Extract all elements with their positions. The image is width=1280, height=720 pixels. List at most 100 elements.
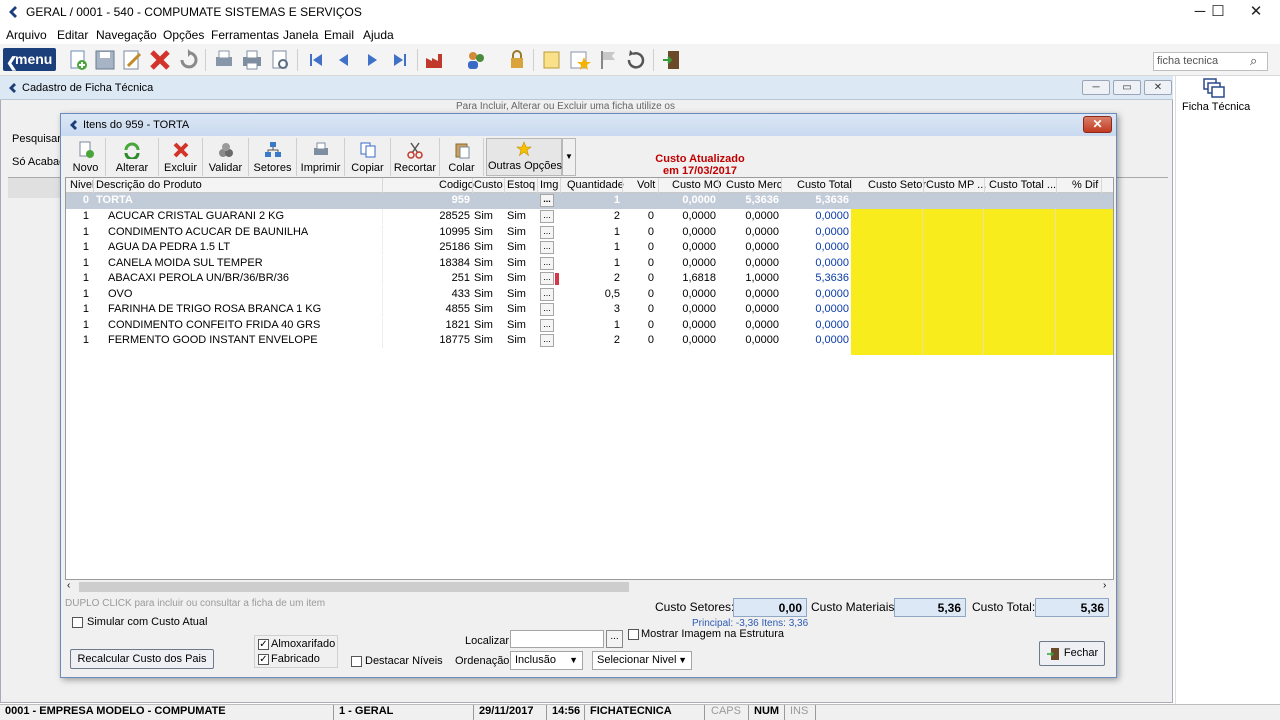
localizar-button[interactable]: ... — [606, 630, 623, 648]
new-document-icon[interactable] — [66, 48, 90, 72]
menu-arquivo[interactable]: Arquivo — [6, 28, 47, 42]
cell-estoq: Sim — [507, 241, 526, 253]
almoxarifado-checkbox[interactable]: ✓ — [258, 639, 269, 650]
col-nivel[interactable]: Nivel — [70, 179, 94, 191]
cell-img-button[interactable]: ... — [540, 318, 554, 332]
menu-email[interactable]: Email — [324, 28, 354, 42]
last-record-icon[interactable] — [388, 48, 412, 72]
mostrar-imagem-checkbox[interactable] — [628, 629, 639, 640]
previous-record-icon[interactable] — [332, 48, 356, 72]
excluir-button[interactable]: Excluir — [159, 138, 203, 176]
cell-quantidade: 1 — [613, 318, 620, 331]
menu-ferramentas[interactable]: Ferramentas — [211, 28, 279, 42]
copiar-button[interactable]: Copiar — [345, 138, 391, 176]
delete-icon[interactable] — [148, 48, 172, 72]
search-icon[interactable]: ⌕ — [1250, 53, 1257, 69]
menu-navegacao[interactable]: Navegação — [96, 28, 157, 42]
cell-img-button[interactable]: ... — [540, 241, 554, 254]
imprimir-button[interactable]: Imprimir — [297, 138, 345, 176]
fechar-button[interactable]: Fechar — [1039, 641, 1105, 666]
fabricado-checkbox[interactable]: ✓ — [258, 654, 269, 665]
menu-janela[interactable]: Janela — [283, 28, 318, 42]
print-preview-icon[interactable] — [212, 48, 236, 72]
maximize-button[interactable]: ☐ — [1200, 2, 1236, 22]
simular-checkbox[interactable] — [72, 617, 83, 628]
menu-opcoes[interactable]: Opções — [163, 28, 204, 42]
cell-img-button[interactable]: ... — [540, 194, 554, 207]
save-icon[interactable] — [93, 48, 117, 72]
menu-button[interactable]: ❮ menu — [3, 48, 56, 71]
outras-opcoes-button[interactable]: Outras Opções — [486, 138, 562, 176]
destacar-checkbox[interactable] — [351, 656, 362, 667]
nivel-select[interactable]: Selecionar Nivel ▼ — [592, 651, 692, 670]
col-custo-mp[interactable]: Custo MP ... — [926, 179, 986, 191]
cell-img-button[interactable]: ... — [540, 210, 554, 223]
recortar-button[interactable]: Recortar — [391, 138, 440, 176]
scroll-right-icon[interactable]: › — [1103, 580, 1106, 591]
cell-img-button[interactable]: ... — [540, 256, 554, 270]
favorite-icon[interactable] — [568, 48, 592, 72]
lock-icon[interactable] — [505, 48, 529, 72]
outras-dropdown-icon[interactable]: ▼ — [562, 138, 576, 176]
edit-icon[interactable] — [120, 48, 144, 72]
table-row[interactable]: 1 ACUCAR CRISTAL GUARANI 2 KG 28525 Sim Sim 2… — [66, 209, 851, 225]
report-icon[interactable] — [268, 48, 292, 72]
table-row[interactable]: 1 AGUA DA PEDRA 1.5 LT 25186 Sim Sim 1 0 0,0000… — [66, 240, 851, 256]
ficha-tecnica-shortcut[interactable]: Ficha Técnica — [1182, 101, 1250, 113]
recalcular-button[interactable]: Recalcular Custo dos Pais — [70, 649, 214, 669]
cell-img-button[interactable]: ... — [540, 272, 554, 285]
cell-img-button[interactable]: ... — [540, 303, 554, 316]
table-row[interactable]: 1 FARINHA DE TRIGO ROSA BRANCA 1 KG 4855 Si… — [66, 302, 851, 318]
scrollbar-thumb[interactable] — [79, 582, 629, 592]
col-quantidade[interactable]: Quantidade — [567, 179, 624, 191]
print-icon[interactable] — [240, 48, 264, 72]
next-record-icon[interactable] — [360, 48, 384, 72]
col-custo-mo[interactable]: Custo MO — [672, 179, 722, 191]
scroll-left-icon[interactable]: ‹ — [67, 580, 70, 591]
col-custo-setor[interactable]: Custo Setor — [868, 179, 926, 191]
table-row[interactable]: 1 CONDIMENTO ACUCAR DE BAUNILHA 10995 Sim Si… — [66, 224, 851, 241]
table-row-root[interactable]: 0 TORTA 959 ... 1 0,0000 5,3636 5,3636 — [66, 193, 1113, 209]
cell-img-button[interactable]: ... — [540, 334, 554, 347]
table-row[interactable]: 1 CONDIMENTO CONFEITO FRIDA 40 GRS 1821 Sim… — [66, 317, 851, 334]
col-estoq[interactable]: Estoq — [507, 179, 535, 191]
close-button[interactable]: ✕ — [1238, 2, 1274, 22]
col-pct-dif[interactable]: % Dif — [1072, 179, 1098, 191]
child-minimize-button[interactable]: ─ — [1082, 80, 1110, 95]
note-icon[interactable] — [540, 48, 564, 72]
col-volt[interactable]: Volt — [637, 179, 655, 191]
alterar-button[interactable]: Alterar — [106, 138, 159, 176]
dialog-close-button[interactable]: ✕ — [1083, 116, 1112, 133]
factory-icon[interactable] — [424, 48, 448, 72]
col-custo-total-2[interactable]: Custo Total ... — [989, 179, 1056, 191]
users-icon[interactable] — [464, 48, 488, 72]
refresh-icon[interactable] — [624, 48, 648, 72]
table-row[interactable]: 1 ABACAXI PEROLA UN/BR/36/BR/36 251 Sim Sim 2… — [66, 271, 851, 287]
cell-img-button[interactable]: ... — [540, 287, 554, 301]
exit-icon[interactable] — [660, 48, 684, 72]
table-row[interactable]: 1 OVO 433 Sim Sim 0,5 0 0,0000 0,0000 0,0000... — [66, 286, 851, 303]
col-custo-merc[interactable]: Custo Merc — [726, 179, 782, 191]
windows-icon[interactable] — [1203, 78, 1225, 98]
child-maximize-button[interactable]: ▭ — [1113, 80, 1141, 95]
flag-icon[interactable] — [596, 48, 620, 72]
validar-button[interactable]: Validar — [203, 138, 249, 176]
undo-icon[interactable] — [176, 48, 200, 72]
menu-editar[interactable]: Editar — [57, 28, 88, 42]
col-custo-total[interactable]: Custo Total — [797, 179, 852, 191]
first-record-icon[interactable] — [304, 48, 328, 72]
colar-button[interactable]: Colar — [440, 138, 484, 176]
menu-ajuda[interactable]: Ajuda — [363, 28, 394, 42]
ordenacao-select[interactable]: Inclusão ▼ — [510, 651, 583, 670]
table-row[interactable]: 1 CANELA MOIDA SUL TEMPER 18384 Sim Sim 1 0 0,0… — [66, 255, 851, 272]
child-close-button[interactable]: ✕ — [1144, 80, 1172, 95]
novo-button[interactable]: Novo — [66, 138, 106, 176]
col-custo[interactable]: Custo — [474, 179, 503, 191]
col-img[interactable]: Img — [540, 179, 558, 191]
col-descricao[interactable]: Descrição do Produto — [96, 179, 202, 191]
col-codigo[interactable]: Codigo — [439, 179, 474, 191]
cell-img-button[interactable]: ... — [540, 225, 554, 239]
setores-button[interactable]: Setores — [249, 138, 297, 176]
table-row[interactable]: 1 FERMENTO GOOD INSTANT ENVELOPE 18775 Sim S… — [66, 333, 851, 349]
localizar-input[interactable] — [510, 630, 604, 648]
